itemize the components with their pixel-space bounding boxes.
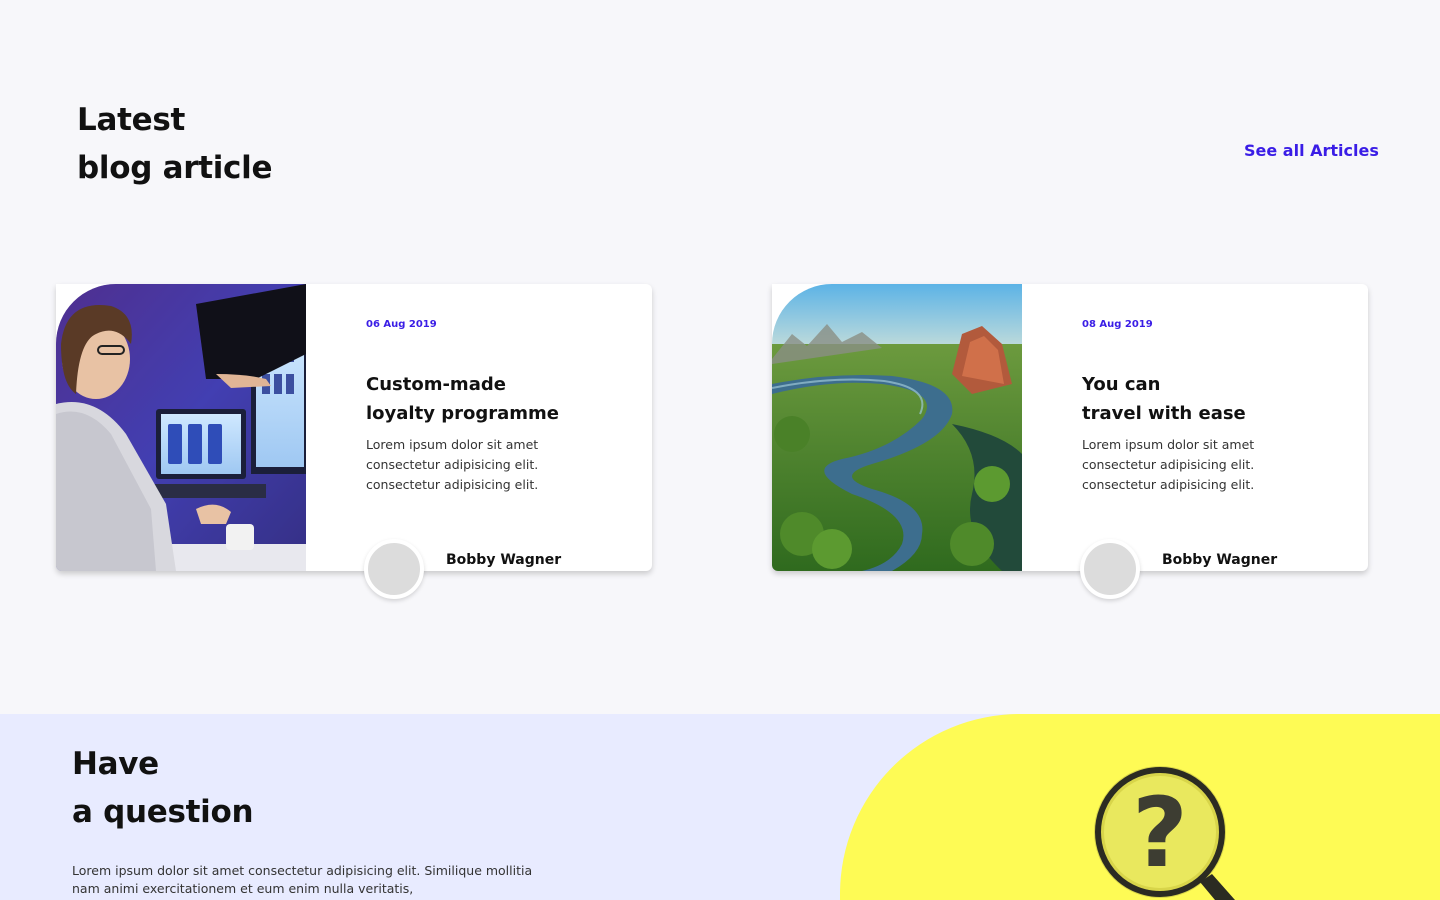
svg-text:?: ? — [1132, 777, 1188, 889]
author-name: Bobby Wagner — [1162, 552, 1278, 568]
office-photo — [56, 284, 306, 571]
article-title-line2[interactable]: loyalty programme — [366, 399, 559, 428]
article-card-2[interactable]: 08 Aug 2019 You can travel with ease Lor… — [772, 284, 1368, 599]
article-date: 08 Aug 2019 — [1082, 319, 1153, 330]
river-landscape-photo — [772, 284, 1022, 571]
article-image-office[interactable] — [56, 284, 306, 571]
article-title[interactable]: You can travel with ease — [1082, 370, 1246, 428]
article-image-river[interactable] — [772, 284, 1022, 571]
author-name: Bobby Wagner — [446, 552, 562, 568]
question-section: Have a question Lorem ipsum dolor sit am… — [0, 714, 1440, 900]
article-title-line2[interactable]: travel with ease — [1082, 399, 1246, 428]
article-excerpt-line3: consectetur adipisicing elit. — [1082, 477, 1255, 492]
question-title-line2: a question — [72, 794, 254, 830]
question-image-panel: ? — [840, 714, 1440, 900]
section-title-line1: Latest — [77, 102, 185, 138]
article-excerpt-line2: consectetur adipisicing elit. — [1082, 457, 1255, 472]
author-avatar — [364, 539, 424, 599]
section-title-line2: blog article — [77, 150, 273, 186]
question-description-line2: nam animi exercitationem et eum enim nul… — [72, 881, 414, 896]
question-title: Have a question — [72, 740, 254, 836]
question-description: Lorem ipsum dolor sit amet consectetur a… — [72, 862, 552, 898]
see-all-articles-link[interactable]: See all Articles — [1244, 141, 1379, 160]
article-excerpt: Lorem ipsum dolor sit amet consectetur a… — [366, 435, 586, 495]
article-title[interactable]: Custom-made loyalty programme — [366, 370, 559, 428]
article-date: 06 Aug 2019 — [366, 319, 437, 330]
article-excerpt: Lorem ipsum dolor sit amet consectetur a… — [1082, 435, 1302, 495]
article-excerpt-line2: consectetur adipisicing elit. — [366, 457, 539, 472]
article-excerpt-line3: consectetur adipisicing elit. — [366, 477, 539, 492]
article-title-line1[interactable]: Custom-made — [366, 370, 559, 399]
magnifier-question-mark-icon: ? — [1094, 766, 1235, 900]
article-card-1[interactable]: 06 Aug 2019 Custom-made loyalty programm… — [56, 284, 652, 599]
question-title-line1: Have — [72, 746, 159, 782]
article-title-line1[interactable]: You can — [1082, 370, 1246, 399]
article-excerpt-line1: Lorem ipsum dolor sit amet — [1082, 437, 1255, 452]
blog-section: Latest blog article See all Articles 06 … — [0, 0, 1440, 714]
author-avatar — [1080, 539, 1140, 599]
question-description-line1: Lorem ipsum dolor sit amet consectetur a… — [72, 863, 533, 878]
article-excerpt-line1: Lorem ipsum dolor sit amet — [366, 437, 539, 452]
section-title: Latest blog article — [77, 96, 272, 192]
